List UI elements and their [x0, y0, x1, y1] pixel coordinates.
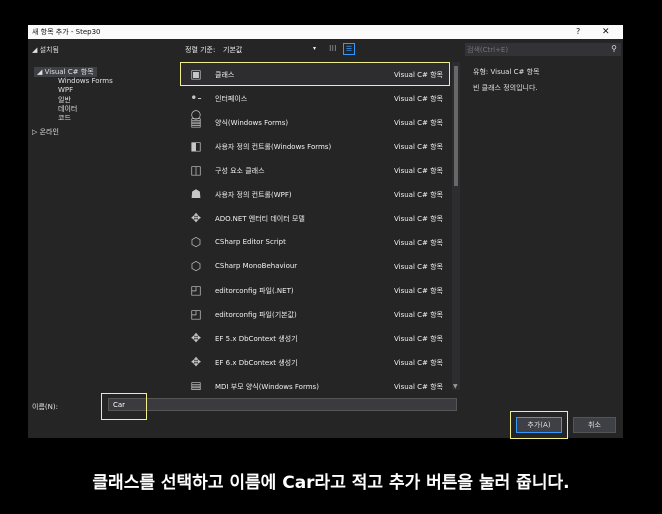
name-input[interactable]	[108, 398, 457, 411]
template-item-name: 인터페이스	[215, 95, 248, 103]
template-item-name: CSharp MonoBehaviour	[215, 262, 298, 270]
template-item-category: Visual C# 항목	[394, 311, 443, 319]
template-item[interactable]: ▤ 양식(Windows Forms) Visual C# 항목	[180, 110, 450, 134]
mdi-form-icon: ▤	[190, 379, 202, 390]
template-list: ▣ 클래스 Visual C# 항목 •-○ 인터페이스 Visual C# 항목 ▤ 양식(…	[180, 62, 450, 390]
help-button[interactable]: ?	[576, 25, 580, 39]
class-icon: ▣	[190, 67, 202, 81]
tree-online[interactable]: ▷ 온라인	[32, 127, 59, 137]
template-item-category: Visual C# 항목	[394, 167, 443, 175]
sort-toolbar: 정렬 기준: 기본값 ▾ ⁝⁝⁝ ☰	[183, 43, 463, 57]
item-info-panel: 유형: Visual C# 항목 빈 클래스 정의입니다.	[473, 67, 539, 93]
template-list-scrollbar[interactable]: ▼	[452, 62, 460, 390]
template-item-category: Visual C# 항목	[394, 383, 443, 390]
template-item-name: EF 5.x DbContext 생성기	[215, 335, 298, 343]
add-highlight-box	[510, 411, 568, 439]
template-item-category: Visual C# 항목	[394, 359, 443, 367]
template-item-name: 구성 요소 클래스	[215, 167, 265, 175]
name-highlight-box	[101, 393, 147, 420]
interface-icon: •-○	[190, 91, 202, 121]
template-item-category: Visual C# 항목	[394, 287, 443, 295]
editorconfig-icon: ◰	[190, 283, 202, 297]
entity-model-icon: ✥	[190, 211, 202, 225]
template-item-category: Visual C# 항목	[394, 215, 443, 223]
grid-view-icon[interactable]: ⁝⁝⁝	[329, 44, 337, 53]
template-item-category: Visual C# 항목	[394, 143, 443, 151]
template-item-name: 클래스	[215, 71, 235, 79]
tree-visual-csharp-items[interactable]: ◢ Visual C# 항목	[34, 67, 97, 77]
template-item-category: Visual C# 항목	[394, 119, 443, 127]
title-bar: 새 항목 추가 - Step30 ? ✕	[28, 25, 623, 39]
template-item[interactable]: ✥ EF 5.x DbContext 생성기 Visual C# 항목	[180, 326, 450, 350]
ef-generator-icon: ✥	[190, 355, 202, 369]
template-item-name: 사용자 정의 컨트롤(WPF)	[215, 191, 292, 199]
template-item[interactable]: ▤ MDI 부모 양식(Windows Forms) Visual C# 항목	[180, 374, 450, 390]
template-item-name: 사용자 정의 컨트롤(Windows Forms)	[215, 143, 332, 151]
tutorial-caption: 클래스를 선택하고 이름에 Car라고 적고 추가 버튼을 눌러 줍니다.	[92, 473, 570, 493]
window-title: 새 항목 추가 - Step30	[32, 28, 101, 36]
tree-wpf[interactable]: WPF	[58, 86, 73, 94]
template-item[interactable]: ✥ EF 6.x DbContext 생성기 Visual C# 항목	[180, 350, 450, 374]
template-item[interactable]: ☗ 사용자 정의 컨트롤(WPF) Visual C# 항목	[180, 182, 450, 206]
template-item-name: 양식(Windows Forms)	[215, 119, 289, 127]
template-item[interactable]: ✥ ADO.NET 엔터티 데이터 모델 Visual C# 항목	[180, 206, 450, 230]
template-item[interactable]: ⬡ CSharp MonoBehaviour Visual C# 항목	[180, 254, 450, 278]
sort-dropdown[interactable]: 기본값	[223, 45, 242, 55]
template-item-name: MDI 부모 양식(Windows Forms)	[215, 383, 319, 390]
tree-installed[interactable]: ◢ 설치됨	[32, 45, 59, 55]
template-item[interactable]: ▣ 클래스 Visual C# 항목	[180, 62, 450, 86]
template-item-category: Visual C# 항목	[394, 95, 443, 103]
item-description: 빈 클래스 정의입니다.	[473, 84, 538, 92]
ef-generator-icon: ✥	[190, 331, 202, 345]
template-item[interactable]: ◰ editorconfig 파일(.NET) Visual C# 항목	[180, 278, 450, 302]
list-view-icon[interactable]: ☰	[343, 43, 355, 55]
template-item[interactable]: ◫ 구성 요소 클래스 Visual C# 항목	[180, 158, 450, 182]
template-item[interactable]: ◰ editorconfig 파일(기본값) Visual C# 항목	[180, 302, 450, 326]
template-item-category: Visual C# 항목	[394, 239, 443, 247]
scroll-down-icon[interactable]: ▼	[453, 383, 458, 390]
component-class-icon: ◫	[190, 163, 202, 177]
wpf-control-icon: ☗	[190, 187, 202, 201]
scrollbar-thumb[interactable]	[454, 66, 458, 186]
tree-windows-forms[interactable]: Windows Forms	[58, 77, 113, 85]
template-item[interactable]: ⬡ CSharp Editor Script Visual C# 항목	[180, 230, 450, 254]
search-box: ⚲	[465, 43, 621, 56]
cancel-button[interactable]: 취소	[573, 417, 616, 433]
template-item[interactable]: •-○ 인터페이스 Visual C# 항목	[180, 86, 450, 121]
template-item-name: EF 6.x DbContext 생성기	[215, 359, 298, 367]
template-item-category: Visual C# 항목	[394, 263, 443, 271]
name-label: 이름(N):	[32, 403, 58, 411]
template-item-category: Visual C# 항목	[394, 191, 443, 199]
template-item-name: editorconfig 파일(기본값)	[215, 311, 297, 319]
user-control-icon: ◧	[190, 139, 202, 153]
add-new-item-dialog: 새 항목 추가 - Step30 ? ✕ ◢ 설치됨 ◢ Visual C# 항…	[28, 25, 623, 439]
type-value: Visual C# 항목	[490, 68, 540, 76]
template-item-name: ADO.NET 엔터티 데이터 모델	[215, 215, 305, 223]
tree-code[interactable]: 코드	[58, 113, 71, 123]
search-icon[interactable]: ⚲	[611, 44, 617, 53]
unity-icon: ⬡	[190, 259, 202, 273]
form-icon: ▤	[190, 115, 202, 129]
close-button[interactable]: ✕	[602, 25, 610, 39]
editorconfig-icon: ◰	[190, 307, 202, 321]
type-label: 유형:	[473, 68, 489, 76]
template-item-name: editorconfig 파일(.NET)	[215, 287, 294, 295]
sort-label: 정렬 기준:	[185, 46, 216, 54]
template-item-name: CSharp Editor Script	[215, 238, 286, 246]
chevron-down-icon[interactable]: ▾	[313, 45, 316, 52]
template-item-category: Visual C# 항목	[394, 335, 443, 343]
template-item[interactable]: ◧ 사용자 정의 컨트롤(Windows Forms) Visual C# 항목	[180, 134, 450, 158]
search-input[interactable]	[467, 43, 597, 56]
unity-icon: ⬡	[190, 235, 202, 249]
template-item-category: Visual C# 항목	[394, 71, 443, 79]
